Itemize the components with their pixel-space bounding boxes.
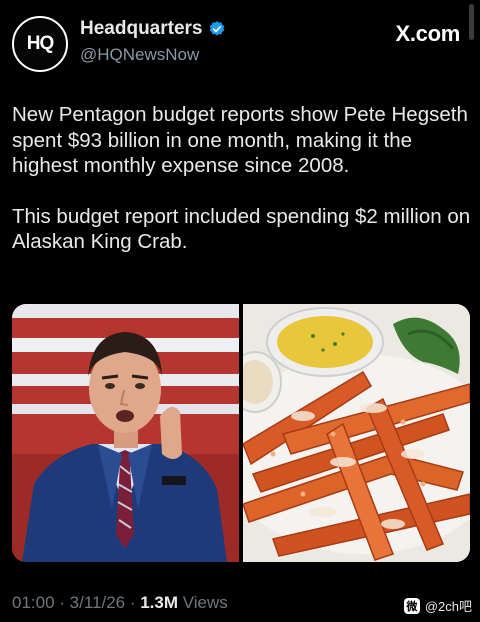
views-count: 1.3M [140, 593, 179, 612]
speaker-illustration [12, 304, 239, 562]
post-header: HQ Headquarters @HQNewsNow X.com [12, 14, 468, 74]
post-paragraph-1: New Pentagon budget reports show Pete He… [12, 103, 468, 177]
verified-badge-icon [209, 21, 224, 36]
king-crab-illustration [243, 304, 470, 562]
media-grid [12, 304, 470, 562]
weibo-icon: 微 [403, 597, 420, 614]
timestamp[interactable]: 01:00 · 3/11/26 · [12, 593, 140, 612]
post-paragraph-2: This budget report included spending $2 … [12, 204, 471, 254]
site-label: X.com [395, 21, 460, 46]
author-display-name[interactable]: Headquarters [80, 18, 203, 40]
watermark: 微 @2ch吧 [403, 596, 472, 615]
avatar[interactable]: HQ [12, 16, 68, 72]
photo-speaker[interactable] [12, 304, 239, 562]
watermark-text: @2ch吧 [424, 599, 472, 614]
avatar-logo-text: HQ [26, 33, 54, 54]
views-label: Views [178, 593, 228, 612]
post-meta: 01:00 · 3/11/26 · 1.3M Views [12, 593, 228, 613]
post-text: New Pentagon budget reports show Pete He… [12, 102, 472, 255]
scrollbar[interactable] [469, 4, 474, 40]
author-name-row: Headquarters [80, 18, 226, 40]
author-handle[interactable]: @HQNewsNow [80, 45, 199, 65]
photo-king-crab[interactable] [243, 304, 470, 562]
